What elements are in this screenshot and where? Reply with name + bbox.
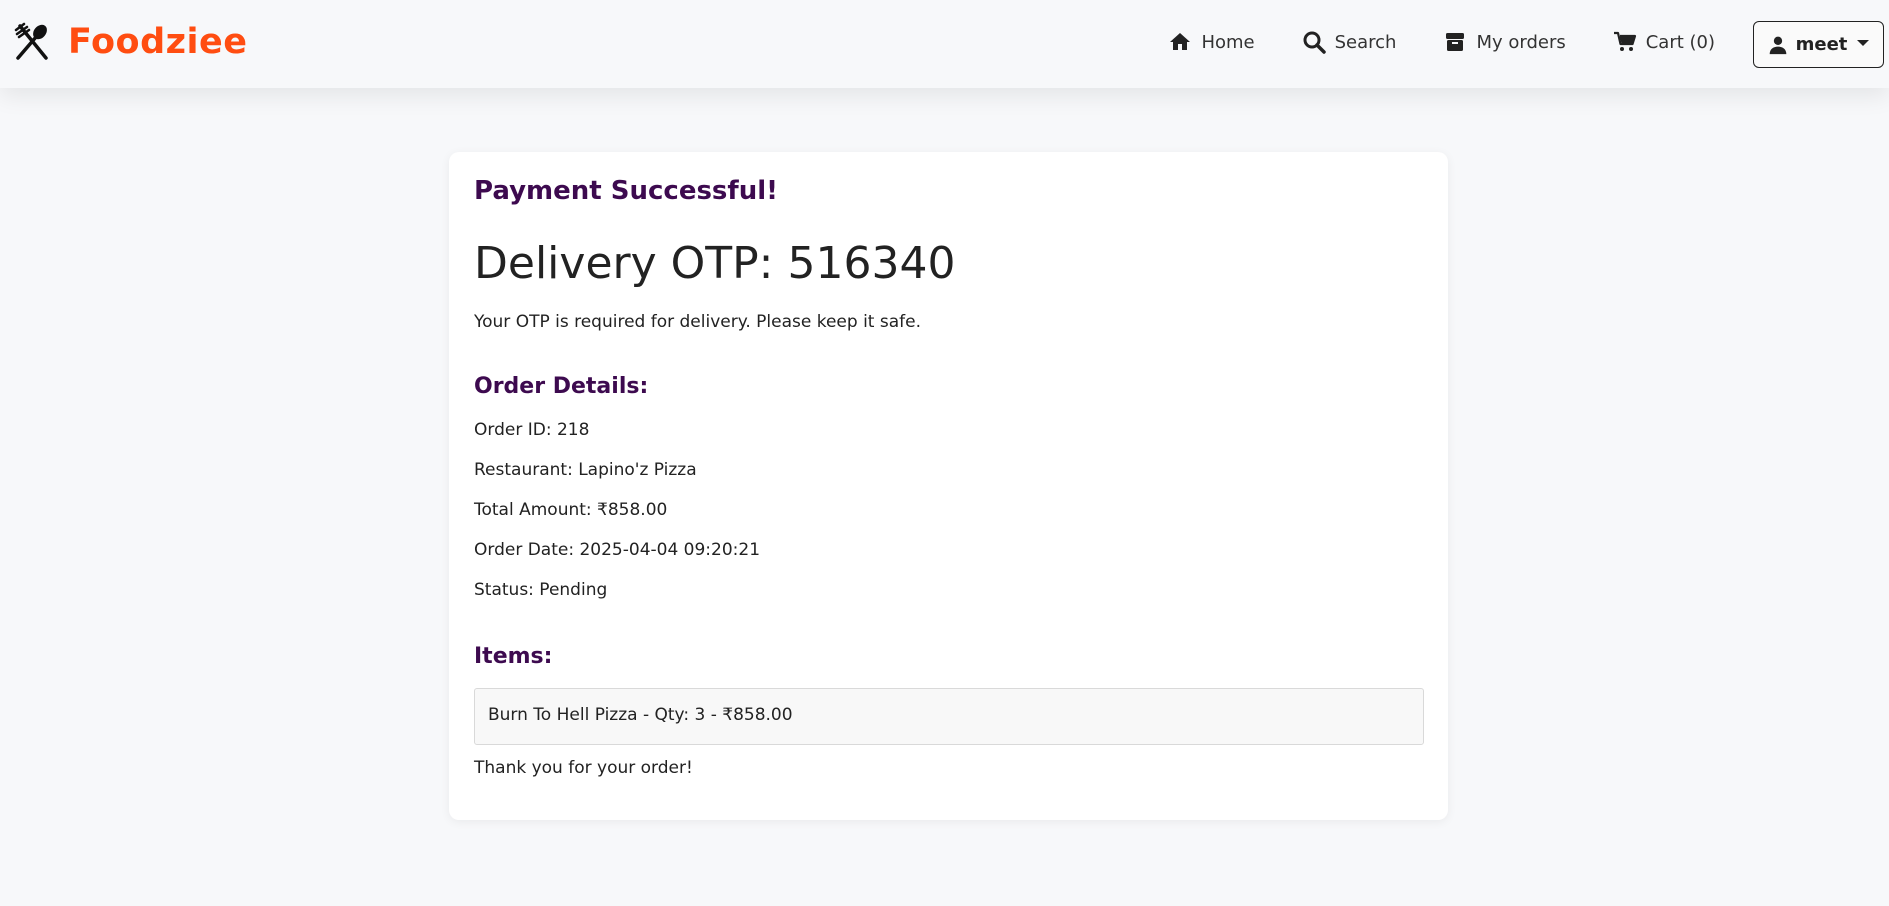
restaurant-name: Restaurant: Lapino'z Pizza bbox=[474, 460, 697, 480]
user-menu-button[interactable]: meet bbox=[1753, 21, 1884, 68]
delivery-otp: Delivery OTP: 516340 bbox=[474, 238, 956, 289]
navbar: Foodziee Home Search My orders Cart (0) … bbox=[0, 0, 1889, 88]
thank-you-message: Thank you for your order! bbox=[474, 758, 693, 778]
nav-search-label: Search bbox=[1334, 31, 1397, 53]
brand-logo[interactable]: Foodziee bbox=[12, 20, 247, 64]
user-name: meet bbox=[1795, 34, 1848, 55]
otp-note: Your OTP is required for delivery. Pleas… bbox=[474, 312, 921, 332]
utensils-icon bbox=[14, 22, 48, 60]
nav-links: Home Search My orders Cart (0) bbox=[1121, 24, 1715, 60]
nav-my-orders[interactable]: My orders bbox=[1443, 30, 1566, 54]
order-details-heading: Order Details: bbox=[474, 374, 649, 399]
user-icon bbox=[1769, 36, 1786, 54]
nav-my-orders-label: My orders bbox=[1476, 31, 1566, 53]
order-confirmation-card: Payment Successful! Delivery OTP: 516340… bbox=[449, 152, 1448, 820]
nav-search[interactable]: Search bbox=[1302, 30, 1397, 54]
nav-cart[interactable]: Cart (0) bbox=[1613, 30, 1715, 54]
search-icon bbox=[1303, 31, 1326, 54]
nav-home-label: Home bbox=[1201, 31, 1255, 53]
order-status: Status: Pending bbox=[474, 580, 608, 600]
chevron-down-icon bbox=[1857, 40, 1870, 46]
order-id: Order ID: 218 bbox=[474, 420, 590, 440]
box-icon bbox=[1446, 33, 1465, 51]
nav-home[interactable]: Home bbox=[1168, 30, 1255, 54]
brand-name: Foodziee bbox=[68, 22, 248, 62]
cart-icon bbox=[1613, 31, 1636, 51]
total-amount: Total Amount: ₹858.00 bbox=[474, 500, 668, 520]
items-heading: Items: bbox=[474, 644, 553, 669]
order-date: Order Date: 2025-04-04 09:20:21 bbox=[474, 540, 761, 560]
list-item: Burn To Hell Pizza - Qty: 3 - ₹858.00 bbox=[474, 688, 1424, 745]
payment-success-title: Payment Successful! bbox=[474, 176, 779, 206]
home-icon bbox=[1170, 33, 1191, 50]
nav-cart-label: Cart (0) bbox=[1645, 31, 1715, 53]
